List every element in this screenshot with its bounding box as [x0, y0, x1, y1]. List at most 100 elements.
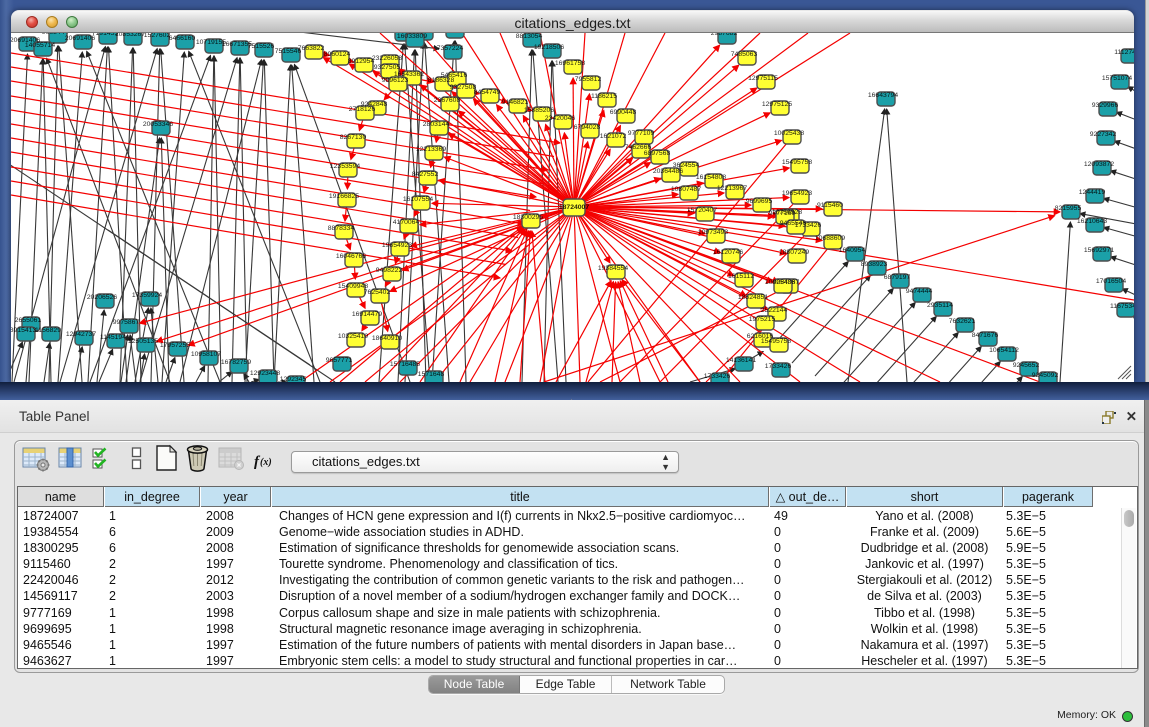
svg-text:15716485: 15716485 — [390, 361, 420, 368]
svg-text:16120746: 16120746 — [713, 249, 743, 256]
svg-text:10973493: 10973493 — [698, 229, 728, 236]
svg-text:8938923: 8938923 — [861, 261, 888, 268]
svg-text:23226058: 23226058 — [372, 55, 402, 62]
svg-text:12923448: 12923448 — [250, 370, 280, 377]
svg-text:8960124: 8960124 — [324, 51, 351, 58]
svg-text:23420046: 23420046 — [545, 115, 575, 122]
svg-text:16961758: 16961758 — [555, 60, 585, 67]
svg-text:12975115: 12975115 — [748, 75, 778, 82]
svg-text:19654923: 19654923 — [782, 190, 812, 197]
svg-text:19384554: 19384554 — [598, 265, 628, 272]
svg-text:12942737: 12942737 — [66, 331, 96, 338]
svg-text:9327505: 9327505 — [374, 64, 401, 71]
svg-text:15495758: 15495758 — [782, 159, 812, 166]
svg-text:10025438: 10025438 — [765, 279, 795, 286]
svg-text:2803144: 2803144 — [423, 121, 450, 128]
svg-text:18724007: 18724007 — [559, 204, 589, 211]
svg-text:16782759: 16782759 — [221, 359, 251, 366]
svg-text:10853267: 10853267 — [115, 33, 145, 38]
svg-text:6794028: 6794028 — [574, 124, 601, 131]
svg-text:9474444: 9474444 — [906, 288, 933, 295]
svg-text:10688609: 10688609 — [815, 235, 845, 242]
svg-text:1186215: 1186215 — [591, 93, 617, 100]
svg-text:8267130: 8267130 — [340, 134, 367, 141]
svg-text:2522144: 2522144 — [761, 307, 788, 314]
svg-text:8878334: 8878334 — [328, 225, 355, 232]
svg-text:3624554: 3624554 — [673, 162, 700, 169]
svg-text:8813054: 8813054 — [516, 33, 543, 40]
svg-text:1733426: 1733426 — [765, 363, 792, 370]
svg-text:10654112: 10654112 — [989, 347, 1019, 354]
svg-text:10325419: 10325419 — [338, 333, 368, 340]
svg-text:20691406: 20691406 — [65, 35, 95, 42]
svg-text:5465416: 5465416 — [441, 72, 468, 79]
svg-text:15751074: 15751074 — [1102, 75, 1132, 82]
svg-text:8454749: 8454749 — [474, 89, 501, 96]
svg-text:1975215: 1975215 — [749, 316, 776, 323]
svg-text:20364486: 20364486 — [653, 168, 683, 175]
svg-text:1112744: 1112744 — [1114, 49, 1134, 56]
svg-text:7515526: 7515526 — [248, 43, 275, 50]
svg-text:18640910: 18640910 — [372, 335, 402, 342]
svg-text:1615112: 1615112 — [728, 273, 754, 280]
svg-text:16046766: 16046766 — [336, 253, 366, 260]
svg-text:7357224: 7357224 — [437, 45, 464, 52]
svg-text:18300295: 18300295 — [513, 214, 543, 221]
svg-text:2367608: 2367608 — [434, 97, 461, 104]
svg-text:7625402: 7625402 — [364, 289, 391, 296]
svg-text:1156829: 1156829 — [35, 327, 61, 334]
svg-text:8427552: 8427552 — [412, 171, 439, 178]
svg-text:15720407: 15720407 — [687, 207, 717, 214]
svg-text:1571648: 1571648 — [418, 371, 445, 378]
svg-text:9777169: 9777169 — [769, 210, 796, 217]
svg-text:14136141: 14136141 — [726, 357, 756, 364]
svg-text:15885206: 15885206 — [524, 107, 554, 114]
svg-text:9699695: 9699695 — [746, 198, 773, 205]
svg-text:12213967: 12213967 — [717, 185, 747, 192]
svg-text:6466160: 6466160 — [169, 35, 196, 42]
svg-text:1733426: 1733426 — [704, 373, 731, 380]
svg-text:4170064: 4170064 — [393, 219, 420, 226]
svg-text:19218506: 19218506 — [534, 44, 564, 51]
svg-text:12975125: 12975125 — [762, 101, 792, 108]
svg-text:14055714: 14055714 — [25, 42, 55, 49]
svg-text:9115460: 9115460 — [817, 202, 843, 209]
svg-text:16643794: 16643794 — [868, 92, 898, 99]
svg-text:10958107: 10958107 — [191, 351, 221, 358]
svg-text:9327508: 9327508 — [450, 84, 477, 91]
svg-text:8471676: 8471676 — [972, 332, 999, 339]
svg-text:9227342: 9227342 — [1090, 131, 1117, 138]
svg-text:9777109: 9777109 — [628, 130, 655, 137]
svg-text:17957255: 17957255 — [160, 342, 190, 349]
svg-text:9465546: 9465546 — [780, 220, 807, 227]
svg-text:16107554: 16107554 — [403, 196, 433, 203]
svg-text:2935114: 2935114 — [927, 302, 953, 309]
svg-text:17016504: 17016504 — [1096, 278, 1126, 285]
svg-text:12505135: 12505135 — [128, 338, 158, 345]
svg-text:20053346: 20053346 — [143, 121, 173, 128]
svg-text:6990448: 6990448 — [610, 109, 637, 116]
svg-text:2655061: 2655061 — [15, 317, 42, 324]
svg-text:2718126: 2718126 — [349, 106, 376, 113]
svg-text:9329966: 9329966 — [1092, 102, 1119, 109]
svg-text:7955812: 7955812 — [575, 76, 602, 83]
svg-text:15495758: 15495758 — [761, 338, 791, 345]
svg-text:1527602: 1527602 — [144, 33, 171, 39]
svg-text:18807249: 18807249 — [779, 249, 809, 256]
svg-text:1244419: 1244419 — [1079, 189, 1106, 196]
svg-text:10807487: 10807487 — [671, 186, 701, 193]
svg-text:9245652: 9245652 — [1013, 362, 1040, 369]
svg-text:10025438: 10025438 — [774, 130, 804, 137]
svg-text:12093872: 12093872 — [1084, 161, 1114, 168]
svg-text:17359924: 17359924 — [132, 292, 162, 299]
svg-text:8912954: 8912954 — [348, 58, 375, 65]
svg-text:16210643: 16210643 — [1077, 218, 1107, 225]
svg-text:3915413: 3915413 — [11, 327, 36, 334]
svg-text:6897568: 6897568 — [644, 150, 671, 157]
svg-text:16033809: 16033809 — [397, 33, 427, 40]
svg-text:16154808: 16154808 — [696, 174, 726, 181]
svg-text:2987682: 2987682 — [711, 33, 738, 37]
svg-text:15692971: 15692971 — [1084, 247, 1114, 254]
svg-text:19654923: 19654923 — [382, 242, 412, 249]
svg-text:12213369: 12213369 — [416, 146, 446, 153]
